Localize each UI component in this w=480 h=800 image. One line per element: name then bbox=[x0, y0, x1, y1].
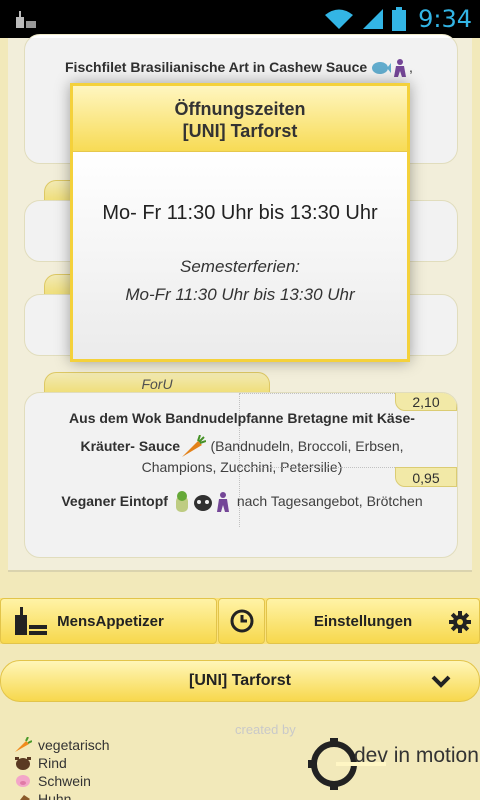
opening-hours-button[interactable] bbox=[218, 598, 265, 644]
dialog-header: Öffnungszeiten [UNI] Tarforst bbox=[73, 86, 407, 152]
semester-break-label: Semesterferien: bbox=[180, 257, 300, 276]
semester-break-hours: Mo-Fr 11:30 Uhr bis 13:30 Uhr bbox=[125, 285, 355, 304]
figure-icon bbox=[394, 59, 407, 78]
cow-icon bbox=[194, 494, 213, 511]
legend-label: Huhn bbox=[38, 791, 72, 800]
legend-label: Rind bbox=[38, 755, 67, 771]
clock-time: 9:34 bbox=[418, 5, 472, 33]
dish-card-2: 2,10 Aus dem Wok Bandnudelpfanne Bretagn… bbox=[24, 392, 458, 558]
gear-icon bbox=[449, 611, 471, 633]
legend-item: vegetarisch bbox=[14, 736, 110, 754]
app-label: MensAppetizer bbox=[57, 612, 164, 630]
carrot-icon bbox=[176, 490, 189, 512]
settings-label: Einstellungen bbox=[313, 612, 413, 630]
brand-name: dev in motion bbox=[354, 744, 479, 767]
dialog-body: Mo- Fr 11:30 Uhr bis 13:30 Uhr Semesterf… bbox=[73, 152, 407, 359]
dish-title: Aus dem Wok Bandnudelpfanne Bretagne mit… bbox=[69, 410, 415, 426]
bottom-toolbar: MensAppetizer Einstellungen bbox=[0, 598, 480, 644]
carrot-icon bbox=[15, 737, 32, 752]
wifi-icon bbox=[325, 9, 354, 29]
location-select[interactable]: [UNI] Tarforst bbox=[0, 660, 480, 702]
fish-icon bbox=[372, 62, 392, 75]
legend-label: vegetarisch bbox=[38, 737, 110, 753]
chevron-down-icon bbox=[431, 675, 451, 688]
cow-icon bbox=[15, 757, 31, 770]
notification-app-icon bbox=[16, 11, 36, 28]
dialog-subtitle: [UNI] Tarforst bbox=[182, 121, 298, 141]
dish-description: (Bandnudeln, Broccoli, Erbsen, bbox=[210, 438, 404, 455]
figure-icon bbox=[217, 491, 230, 512]
legend-label: Schwein bbox=[38, 773, 91, 789]
dish-description: nach Tagesangebot, Brötchen bbox=[236, 493, 423, 509]
status-bar: 9:34 bbox=[0, 0, 480, 38]
opening-hours-text: Mo- Fr 11:30 Uhr bis 13:30 Uhr bbox=[102, 202, 378, 224]
legend-item: Huhn bbox=[14, 790, 110, 800]
app-button[interactable]: MensAppetizer bbox=[0, 598, 217, 644]
section-label: ForU bbox=[141, 376, 173, 392]
clock-icon bbox=[230, 609, 253, 633]
legend-item: Schwein bbox=[14, 772, 110, 790]
price-badge: 0,95 bbox=[395, 467, 457, 487]
mensa-tray-icon bbox=[15, 607, 47, 635]
dish-title: Fischfilet Brasilianische Art in Cashew … bbox=[65, 59, 368, 75]
section-tab-foru: ForU bbox=[44, 372, 270, 394]
pig-icon bbox=[16, 775, 30, 787]
settings-button[interactable]: Einstellungen bbox=[266, 598, 480, 644]
chicken-icon bbox=[20, 795, 30, 800]
opening-hours-dialog[interactable]: Öffnungszeiten [UNI] Tarforst Mo- Fr 11:… bbox=[70, 83, 410, 362]
created-by-label: created by bbox=[235, 722, 296, 737]
location-selected-value: [UNI] Tarforst bbox=[189, 672, 291, 689]
battery-icon bbox=[392, 7, 407, 31]
dish-title: Veganer Eintopf bbox=[61, 493, 168, 509]
dish-title-cont: Kräuter- Sauce bbox=[80, 438, 181, 455]
allergen-legend: vegetarisch Rind Schwein Huhn bbox=[14, 736, 110, 800]
signal-icon bbox=[363, 9, 384, 29]
legend-item: Rind bbox=[14, 754, 110, 772]
dialog-title: Öffnungszeiten bbox=[174, 99, 306, 119]
carrot-icon bbox=[182, 435, 207, 457]
